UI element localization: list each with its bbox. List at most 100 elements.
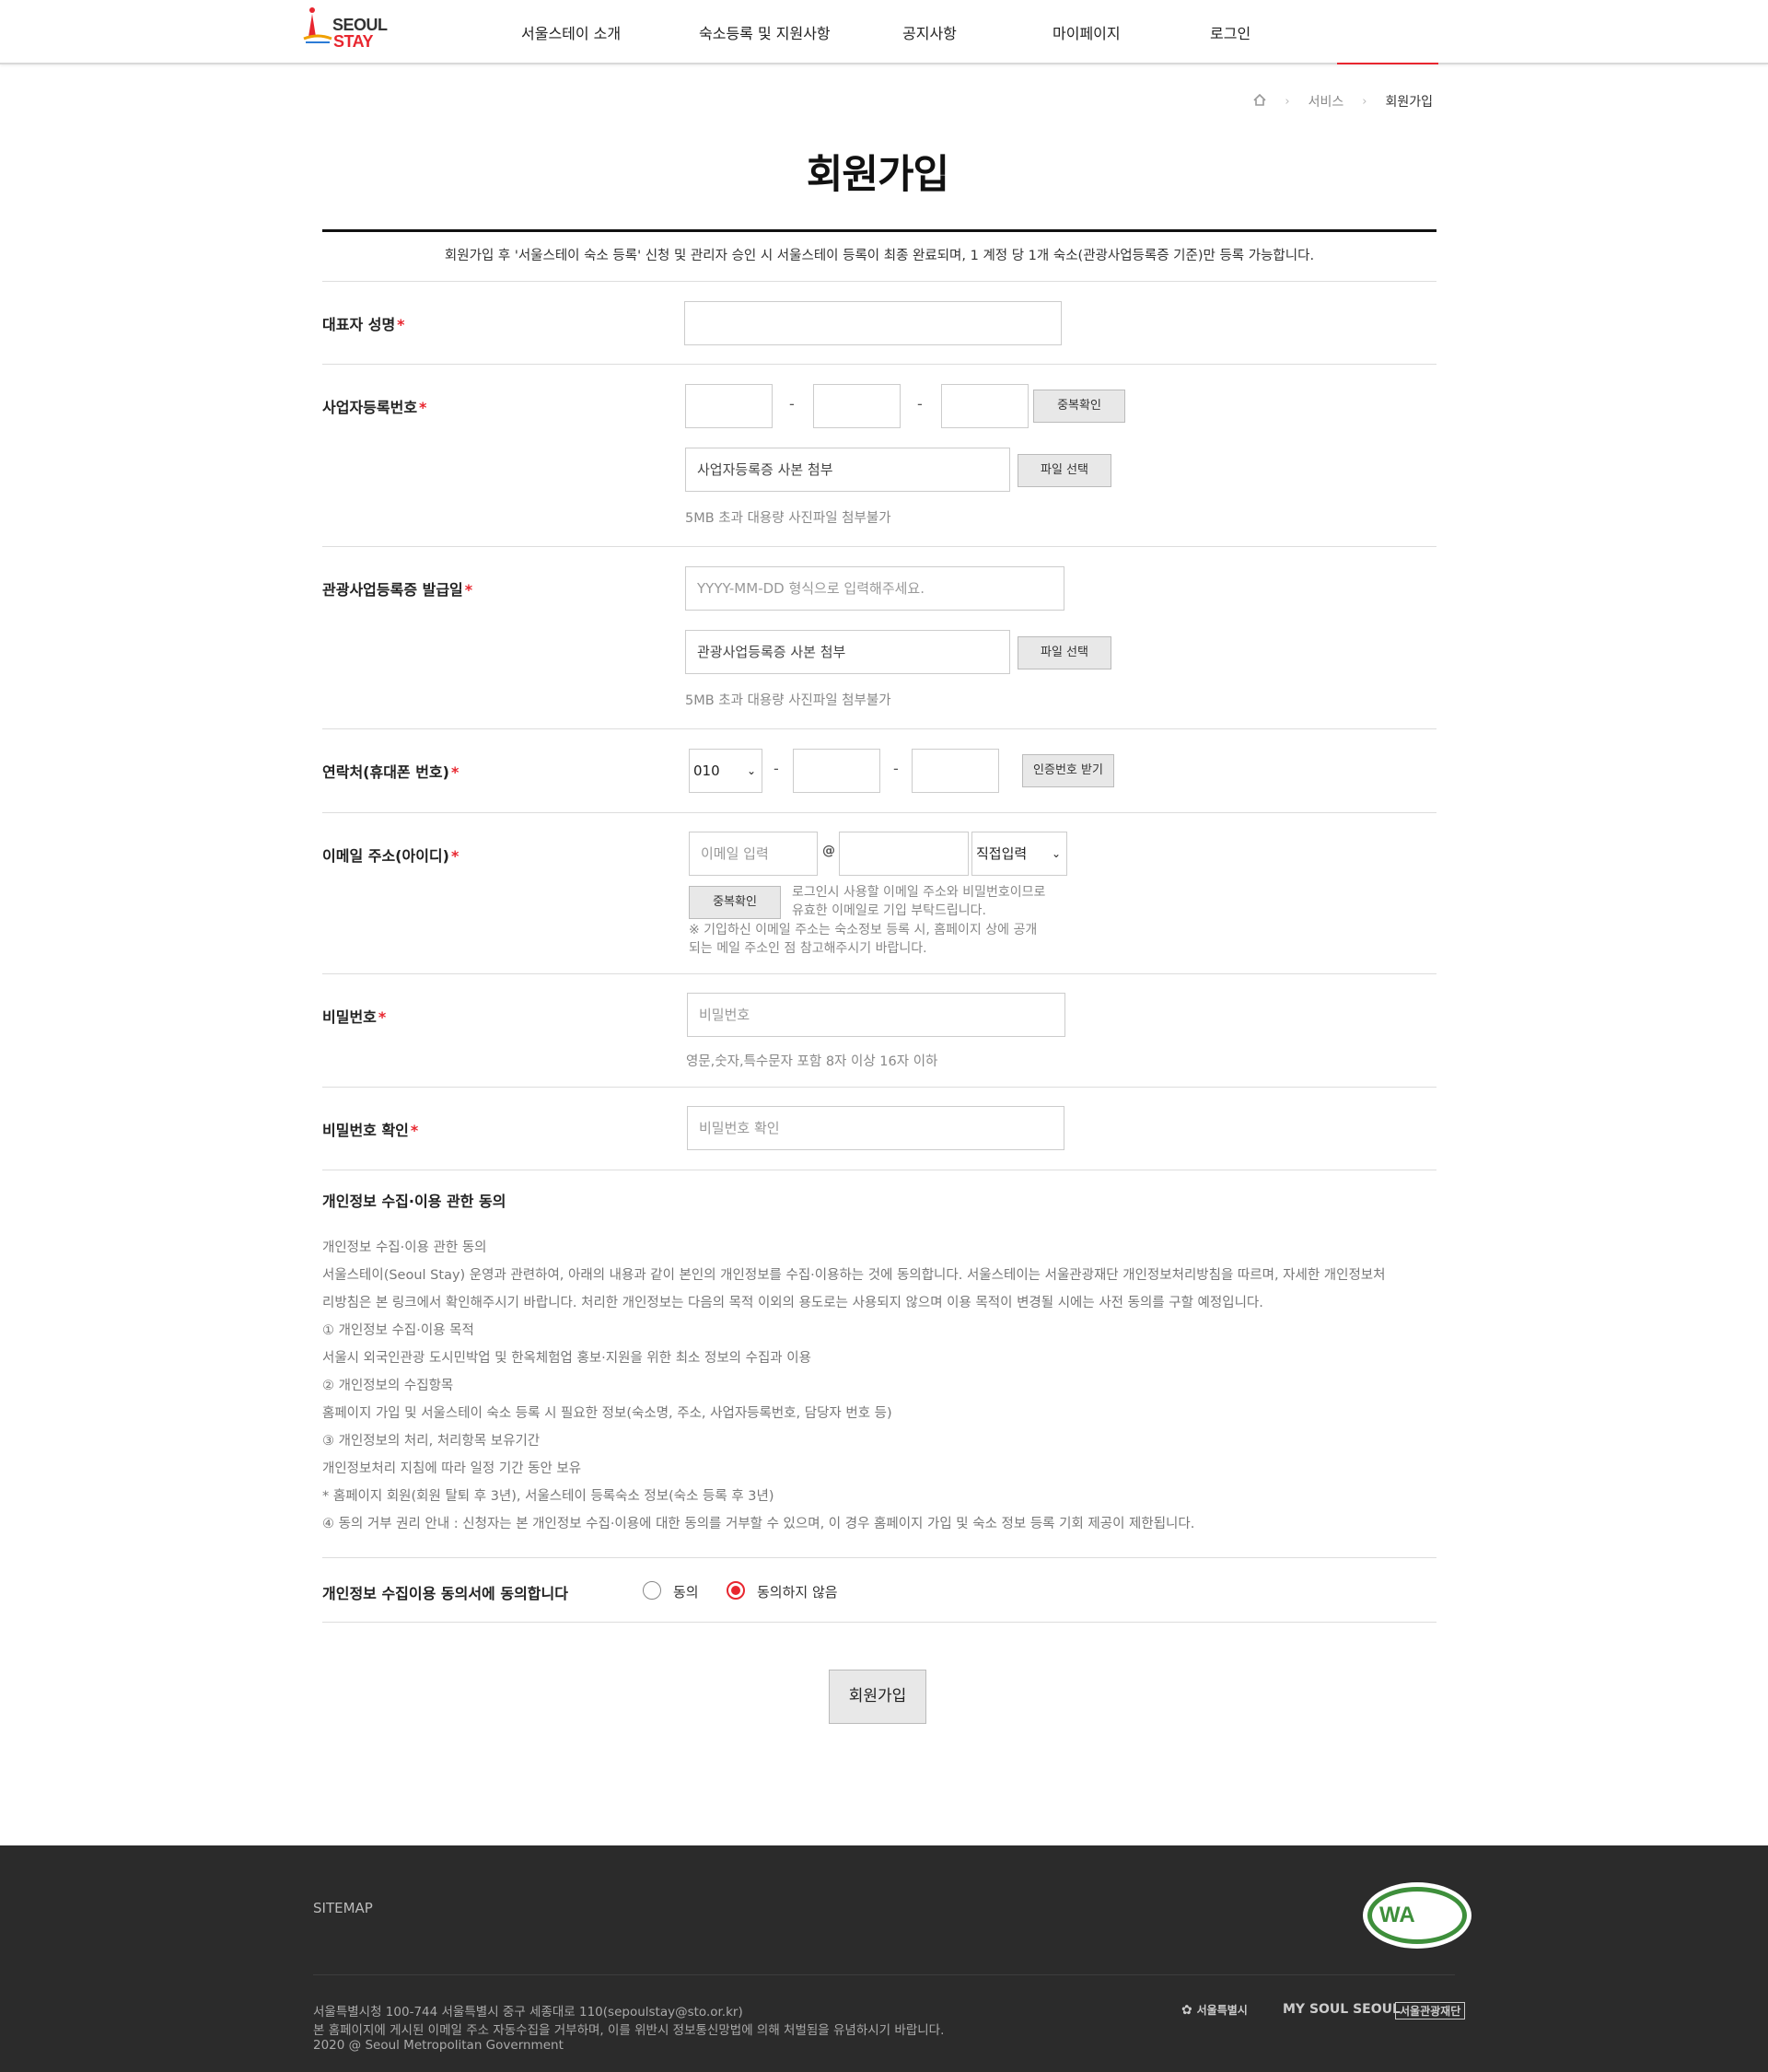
chevron-down-icon: ⌄ xyxy=(1051,847,1061,860)
email-domain-input[interactable] xyxy=(839,832,969,876)
phone-part3[interactable] xyxy=(912,749,999,793)
consent-agree-radio[interactable] xyxy=(643,1581,661,1600)
privacy-line: ① 개인정보 수집·이용 목적 xyxy=(322,1323,474,1338)
privacy-line: 개인정보처리 지침에 따라 일정 기간 동안 보유 xyxy=(322,1461,582,1476)
email-note-line3: ※ 기입하신 이메일 주소는 숙소정보 등록 시, 홈페이지 상에 공개 xyxy=(689,923,1038,937)
email-note-line2: 유효한 이메일로 기입 부탁드립니다. xyxy=(792,903,986,918)
email-domain-select[interactable]: 직접입력 ⌄ xyxy=(971,832,1067,876)
row-tour-date: 관광사업등록증 발급일 * YYYY-MM-DD 형식으로 입력해주세요. 관광사… xyxy=(322,547,1436,729)
consent-disagree-label[interactable]: 동의하지 않음 xyxy=(757,1582,838,1601)
site-header: SEOUL STAY 서울스테이 소개 숙소등록 및 지원사항 공지사항 마이페… xyxy=(0,0,1768,64)
biz-number-part2[interactable] xyxy=(813,384,901,428)
breadcrumb: › 서비스 › 회원가입 xyxy=(1253,92,1433,111)
signup-submit-button[interactable]: 회원가입 xyxy=(829,1670,926,1724)
password-confirm-input[interactable]: 비밀번호 확인 xyxy=(687,1106,1064,1150)
phone-prefix-select[interactable]: 010 ⌄ xyxy=(689,749,762,793)
phone-prefix-value: 010 xyxy=(693,762,720,779)
privacy-line: 개인정보 수집·이용 관한 동의 xyxy=(322,1240,487,1255)
row-rep-name: 대표자 성명 * xyxy=(322,282,1436,365)
password-input[interactable]: 비밀번호 xyxy=(687,993,1065,1037)
nav-notice[interactable]: 공지사항 xyxy=(902,21,957,43)
dash: - xyxy=(774,760,779,777)
privacy-line: * 홈페이지 회원(회원 탈퇴 후 3년), 서울스테이 등록숙소 정보(숙소 … xyxy=(322,1489,774,1504)
seoul-stay-logo[interactable]: SEOUL STAY xyxy=(302,6,390,52)
row-email: 이메일 주소(아이디) * 이메일 입력 @ 직접입력 ⌄ 중복확인 로그인시 사… xyxy=(322,813,1436,974)
footer-email-notice: 본 홈페이지에 게시된 이메일 주소 자동수집을 거부하며, 이를 위반시 정보… xyxy=(313,2023,945,2038)
row-phone: 연락처(휴대폰 번호) * 010 ⌄ - - 인증번호 받기 xyxy=(322,729,1436,813)
dash: - xyxy=(789,395,795,413)
footer-address: 서울특별시청 100-744 서울특별시 중구 세종대로 110(sepouls… xyxy=(313,2005,743,2020)
sitemap-link[interactable]: SITEMAP xyxy=(313,1900,373,1916)
consent-agree-label[interactable]: 동의 xyxy=(673,1582,699,1601)
tour-file-select-button[interactable]: 파일 선택 xyxy=(1018,636,1111,669)
password-label: 비밀번호 * xyxy=(322,1008,387,1026)
privacy-line: ④ 동의 거부 권리 안내 : 신청자는 본 개인정보 수집·이용에 대한 동의… xyxy=(322,1517,1195,1531)
footer-copyright: 2020 @ Seoul Metropolitan Government xyxy=(313,2038,564,2053)
signup-form: 회원가입 후 '서울스테이 숙소 등록' 신청 및 관리자 승인 시 서울스테이… xyxy=(322,229,1436,1623)
nav-registration[interactable]: 숙소등록 및 지원사항 xyxy=(699,21,831,43)
web-accessibility-mark: WA xyxy=(1363,1882,1471,1949)
seoul-city-logo[interactable]: ✿ 서울특별시 xyxy=(1181,2002,1248,2018)
chevron-right-icon: › xyxy=(1362,94,1367,109)
biz-file-hint: 5MB 초과 대용량 사진파일 첨부불가 xyxy=(685,511,891,526)
email-note: 로그인시 사용할 이메일 주소와 비밀번호이므로 유효한 이메일로 기입 부탁드… xyxy=(792,883,1077,920)
page-title: 회원가입 xyxy=(806,152,949,198)
dash: - xyxy=(893,760,899,777)
row-consent: 개인정보 수집이용 동의서에 동의합니다 동의 동의하지 않음 xyxy=(322,1558,1436,1623)
email-dup-check-button[interactable]: 중복확인 xyxy=(689,886,781,919)
breadcrumb-current: 회원가입 xyxy=(1385,95,1433,110)
rep-name-input[interactable] xyxy=(684,301,1062,345)
tour-date-input[interactable]: YYYY-MM-DD 형식으로 입력해주세요. xyxy=(685,566,1064,611)
row-biz-number: 사업자등록번호 * - - 중복확인 사업자등록증 사본 첨부 파일 선택 5MB… xyxy=(322,365,1436,547)
chevron-down-icon: ⌄ xyxy=(746,764,756,777)
signup-notice: 회원가입 후 '서울스테이 숙소 등록' 신청 및 관리자 승인 시 서울스테이… xyxy=(322,232,1436,282)
row-password-confirm: 비밀번호 확인 * 비밀번호 확인 xyxy=(322,1088,1436,1170)
biz-number-label: 사업자등록번호 * xyxy=(322,399,427,416)
logo-stay-text: STAY xyxy=(333,32,374,51)
nav-active-indicator xyxy=(1337,63,1438,64)
tour-file-field[interactable]: 관광사업등록증 사본 첨부 xyxy=(685,630,1010,674)
password-confirm-label: 비밀번호 확인 * xyxy=(322,1122,419,1139)
site-footer: SITEMAP WA 서울특별시청 100-744 서울특별시 중구 세종대로 … xyxy=(0,1845,1768,2072)
rep-name-label: 대표자 성명 * xyxy=(322,316,405,333)
privacy-line: 서울시 외국인관광 도시민박업 및 한옥체험업 홍보·지원을 위한 최소 정보의… xyxy=(322,1351,811,1366)
privacy-section: 개인정보 수집·이용 관한 동의 개인정보 수집·이용 관한 동의 서울스테이(… xyxy=(322,1170,1436,1558)
email-note-line4: 되는 메일 주소인 점 참고해주시기 바랍니다. xyxy=(689,941,927,956)
privacy-text: 개인정보 수집·이용 관한 동의 서울스테이(Seoul Stay) 운영과 관… xyxy=(322,1234,1436,1538)
my-soul-seoul-logo[interactable]: MY SOUL SEOUL xyxy=(1283,2002,1401,2017)
home-icon[interactable] xyxy=(1253,93,1266,110)
privacy-line: 리방침은 본 링크에서 확인해주시기 바랍니다. 처리한 개인정보는 다음의 목… xyxy=(322,1296,1263,1310)
breadcrumb-service[interactable]: 서비스 xyxy=(1309,92,1344,111)
privacy-line: 홈페이지 가입 및 서울스테이 숙소 등록 시 필요한 정보(숙소명, 주소, … xyxy=(322,1406,892,1421)
seoul-city-logo-icon: ✿ xyxy=(1181,2003,1192,2018)
dash: - xyxy=(917,395,923,413)
nav-login[interactable]: 로그인 xyxy=(1210,21,1250,43)
tour-file-hint: 5MB 초과 대용량 사진파일 첨부불가 xyxy=(685,693,891,708)
chevron-right-icon: › xyxy=(1285,94,1290,109)
privacy-title: 개인정보 수집·이용 관한 동의 xyxy=(322,1193,506,1210)
biz-number-part1[interactable] xyxy=(685,384,773,428)
privacy-line: ③ 개인정보의 처리, 처리항목 보유기간 xyxy=(322,1434,541,1449)
email-local-input[interactable]: 이메일 입력 xyxy=(689,832,818,876)
email-public-note: ※ 기입하신 이메일 주소는 숙소정보 등록 시, 홈페이지 상에 공개 되는 … xyxy=(689,921,1076,958)
footer-divider xyxy=(313,1974,1455,1975)
nav-mypage[interactable]: 마이페이지 xyxy=(1053,21,1121,43)
nav-about[interactable]: 서울스테이 소개 xyxy=(521,21,621,43)
biz-file-field[interactable]: 사업자등록증 사본 첨부 xyxy=(685,448,1010,492)
phone-part2[interactable] xyxy=(793,749,880,793)
biz-file-select-button[interactable]: 파일 선택 xyxy=(1018,454,1111,487)
auth-code-button[interactable]: 인증번호 받기 xyxy=(1022,754,1114,787)
tour-date-label: 관광사업등록증 발급일 * xyxy=(322,581,473,599)
biz-dup-check-button[interactable]: 중복확인 xyxy=(1033,390,1125,423)
phone-label: 연락처(휴대폰 번호) * xyxy=(322,763,459,781)
row-password: 비밀번호 * 비밀번호 영문,숫자,특수문자 포함 8자 이상 16자 이하 xyxy=(322,974,1436,1088)
consent-disagree-radio[interactable] xyxy=(727,1581,745,1600)
email-domain-select-value: 직접입력 xyxy=(976,845,1028,862)
email-note-line1: 로그인시 사용할 이메일 주소와 비밀번호이므로 xyxy=(792,885,1046,900)
email-label: 이메일 주소(아이디) * xyxy=(322,847,459,865)
privacy-line: ② 개인정보의 수집항목 xyxy=(322,1379,454,1393)
password-hint: 영문,숫자,특수문자 포함 8자 이상 16자 이하 xyxy=(686,1054,938,1069)
biz-number-part3[interactable] xyxy=(941,384,1029,428)
seoul-tourism-logo[interactable]: 서울관광재단 xyxy=(1395,2002,1466,2020)
at-sign: @ xyxy=(822,844,835,858)
